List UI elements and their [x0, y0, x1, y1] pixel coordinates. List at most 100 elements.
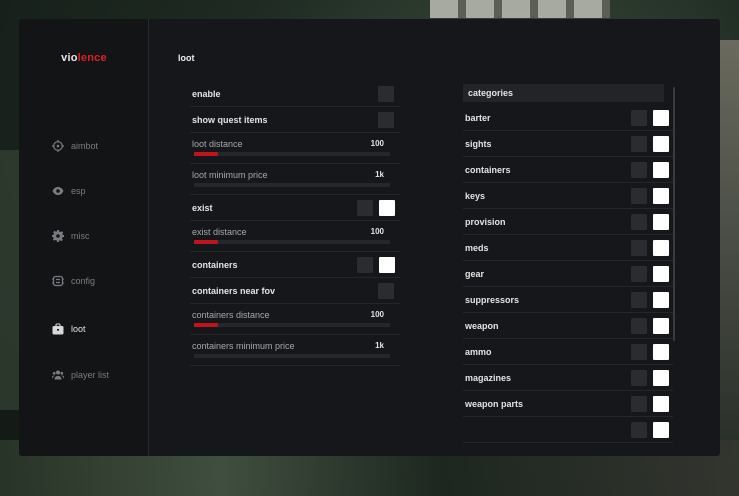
setting-label: containers	[192, 259, 238, 270]
slider-value: 1k	[375, 341, 384, 350]
exist-checkbox[interactable]	[357, 200, 373, 216]
slider-value: 100	[370, 310, 384, 319]
containers-checkbox[interactable]	[357, 257, 373, 273]
category-checkbox[interactable]	[631, 422, 647, 438]
show-quest-items-checkbox[interactable]	[378, 112, 394, 128]
loot-distance-slider[interactable]	[194, 152, 390, 156]
containers-near-fov-checkbox[interactable]	[378, 283, 394, 299]
category-row: weapon	[463, 313, 673, 339]
category-label: gear	[465, 268, 485, 279]
category-color-swatch[interactable]	[653, 396, 669, 412]
setting-label: exist	[192, 202, 213, 213]
category-row: barter	[463, 105, 673, 131]
category-color-swatch[interactable]	[653, 188, 669, 204]
category-label: ammo	[465, 346, 492, 357]
category-row: sights	[463, 131, 673, 157]
category-row: ammo	[463, 339, 673, 365]
cheat-menu-window: violence aimbot esp misc config loot pla…	[19, 19, 720, 456]
category-color-swatch[interactable]	[653, 344, 669, 360]
setting-row-containers-near-fov: containers near fov	[190, 278, 400, 304]
category-color-swatch[interactable]	[653, 292, 669, 308]
category-row: meds	[463, 235, 673, 261]
logo-text-part1: vio	[61, 52, 78, 64]
page-title: loot	[178, 53, 195, 63]
categories-list[interactable]: barter sights containers keys provision meds g…	[463, 105, 673, 443]
category-checkbox[interactable]	[631, 110, 647, 126]
category-checkbox[interactable]	[631, 396, 647, 412]
bag-icon	[52, 323, 64, 335]
category-color-swatch[interactable]	[653, 266, 669, 282]
category-checkbox[interactable]	[631, 136, 647, 152]
setting-row-exist-distance: exist distance 100	[190, 221, 400, 252]
category-row: suppressors	[463, 287, 673, 313]
category-color-swatch[interactable]	[653, 214, 669, 230]
exist-distance-slider[interactable]	[194, 240, 390, 244]
enable-checkbox[interactable]	[378, 86, 394, 102]
sidebar-item-config[interactable]: config	[52, 273, 95, 289]
category-label: suppressors	[465, 294, 520, 305]
sidebar-item-label: loot	[71, 324, 86, 334]
exist-color-swatch[interactable]	[379, 200, 395, 216]
setting-row-loot-minimum-price: loot minimum price 1k	[190, 164, 400, 195]
setting-row-containers-minimum-price: containers minimum price 1k	[190, 335, 400, 366]
slider-value: 100	[370, 227, 384, 236]
categories-scrollbar[interactable]	[673, 87, 675, 341]
setting-label: containers minimum price	[192, 341, 295, 351]
setting-row-loot-distance: loot distance 100	[190, 133, 400, 164]
setting-row-exist: exist	[190, 195, 400, 221]
setting-label: loot minimum price	[192, 170, 268, 180]
category-color-swatch[interactable]	[653, 318, 669, 334]
category-color-swatch[interactable]	[653, 136, 669, 152]
category-row: magazines	[463, 365, 673, 391]
category-color-swatch[interactable]	[653, 110, 669, 126]
sidebar-item-label: player list	[71, 370, 110, 380]
category-checkbox[interactable]	[631, 344, 647, 360]
category-label: weapon	[465, 320, 499, 331]
sidebar-item-label: misc	[71, 231, 90, 241]
category-checkbox[interactable]	[631, 240, 647, 256]
category-checkbox[interactable]	[631, 266, 647, 282]
category-checkbox[interactable]	[631, 292, 647, 308]
sidebar-item-label: aimbot	[71, 141, 99, 151]
category-checkbox[interactable]	[631, 188, 647, 204]
category-checkbox[interactable]	[631, 370, 647, 386]
setting-row-enable: enable	[190, 81, 400, 107]
sidebar-item-label: config	[71, 276, 96, 286]
sidebar-item-label: esp	[71, 186, 86, 196]
sidebar-item-loot[interactable]: loot	[52, 321, 86, 337]
category-checkbox[interactable]	[631, 318, 647, 334]
category-color-swatch[interactable]	[653, 370, 669, 386]
category-checkbox[interactable]	[631, 162, 647, 178]
category-label: meds	[465, 242, 489, 253]
containers-minimum-price-slider[interactable]	[194, 354, 390, 358]
categories-header: categories	[463, 84, 664, 102]
slider-fill	[194, 240, 218, 244]
category-color-swatch[interactable]	[653, 422, 669, 438]
containers-distance-slider[interactable]	[194, 323, 390, 327]
category-row: containers	[463, 157, 673, 183]
sidebar-item-player-list[interactable]: player list	[52, 367, 109, 383]
loot-minimum-price-slider[interactable]	[194, 183, 390, 187]
setting-label: enable	[192, 88, 221, 99]
category-label: containers	[465, 164, 511, 175]
slider-fill	[194, 323, 218, 327]
setting-label: loot distance	[192, 139, 243, 149]
containers-color-swatch[interactable]	[379, 257, 395, 273]
setting-row-show-quest-items: show quest items	[190, 107, 400, 133]
sidebar-item-aimbot[interactable]: aimbot	[52, 138, 98, 154]
config-icon	[52, 275, 64, 287]
category-row: weapon parts	[463, 391, 673, 417]
category-checkbox[interactable]	[631, 214, 647, 230]
sidebar-item-esp[interactable]: esp	[52, 183, 86, 199]
category-color-swatch[interactable]	[653, 240, 669, 256]
setting-label: exist distance	[192, 227, 247, 237]
category-row: provision	[463, 209, 673, 235]
category-color-swatch[interactable]	[653, 162, 669, 178]
sidebar-item-misc[interactable]: misc	[52, 228, 90, 244]
category-label: weapon parts	[465, 398, 524, 409]
categories-panel: categories barter sights containers keys pro…	[463, 84, 673, 456]
category-row	[463, 417, 673, 443]
eye-icon	[52, 185, 64, 197]
category-label: sights	[465, 138, 492, 149]
category-label: provision	[465, 216, 506, 227]
